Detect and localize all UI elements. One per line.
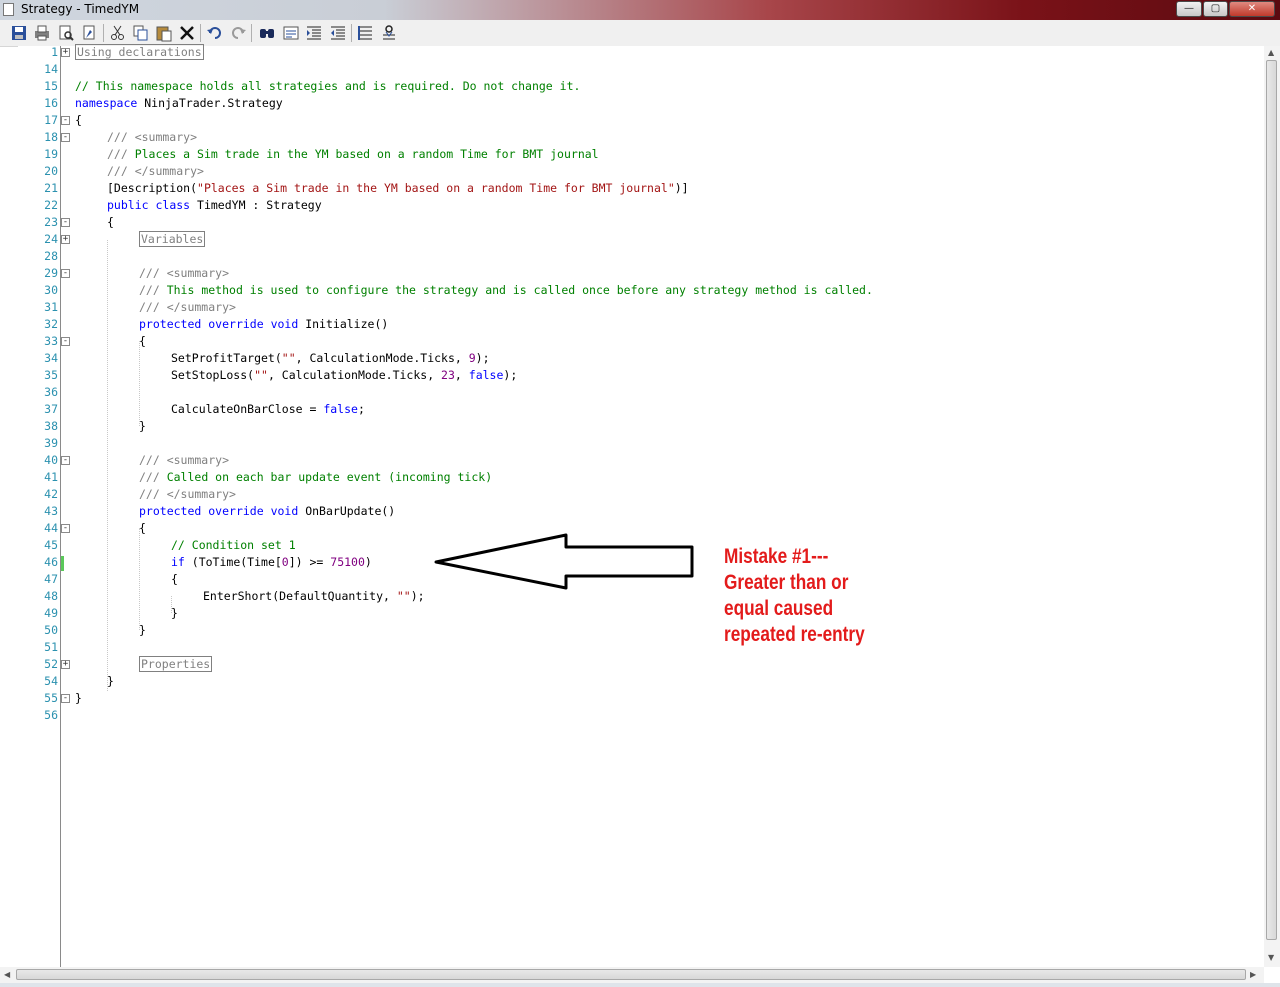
horizontal-scrollbar[interactable]: ◀ ▶ <box>0 967 1264 983</box>
horizontal-scroll-thumb[interactable] <box>16 969 1246 980</box>
scroll-right-icon[interactable]: ▶ <box>1250 970 1256 979</box>
annotation-arrow <box>434 533 694 590</box>
annotation-note: Mistake #1--- Greater than or equal caus… <box>724 544 888 648</box>
scroll-up-icon[interactable]: ▲ <box>1268 48 1274 57</box>
scroll-left-icon[interactable]: ◀ <box>4 970 10 979</box>
taskbar-edge <box>0 983 1280 987</box>
annotation-line: equal caused <box>724 597 834 620</box>
annotation-line: repeated re-entry <box>724 623 865 646</box>
annotation-line: Greater than or <box>724 571 849 594</box>
vertical-scrollbar[interactable]: ▲ ▼ <box>1264 46 1280 967</box>
scroll-down-icon[interactable]: ▼ <box>1268 953 1274 962</box>
annotation-line: Mistake #1--- <box>724 545 829 568</box>
vertical-scroll-thumb[interactable] <box>1266 60 1277 940</box>
arrow-shape <box>434 533 694 590</box>
